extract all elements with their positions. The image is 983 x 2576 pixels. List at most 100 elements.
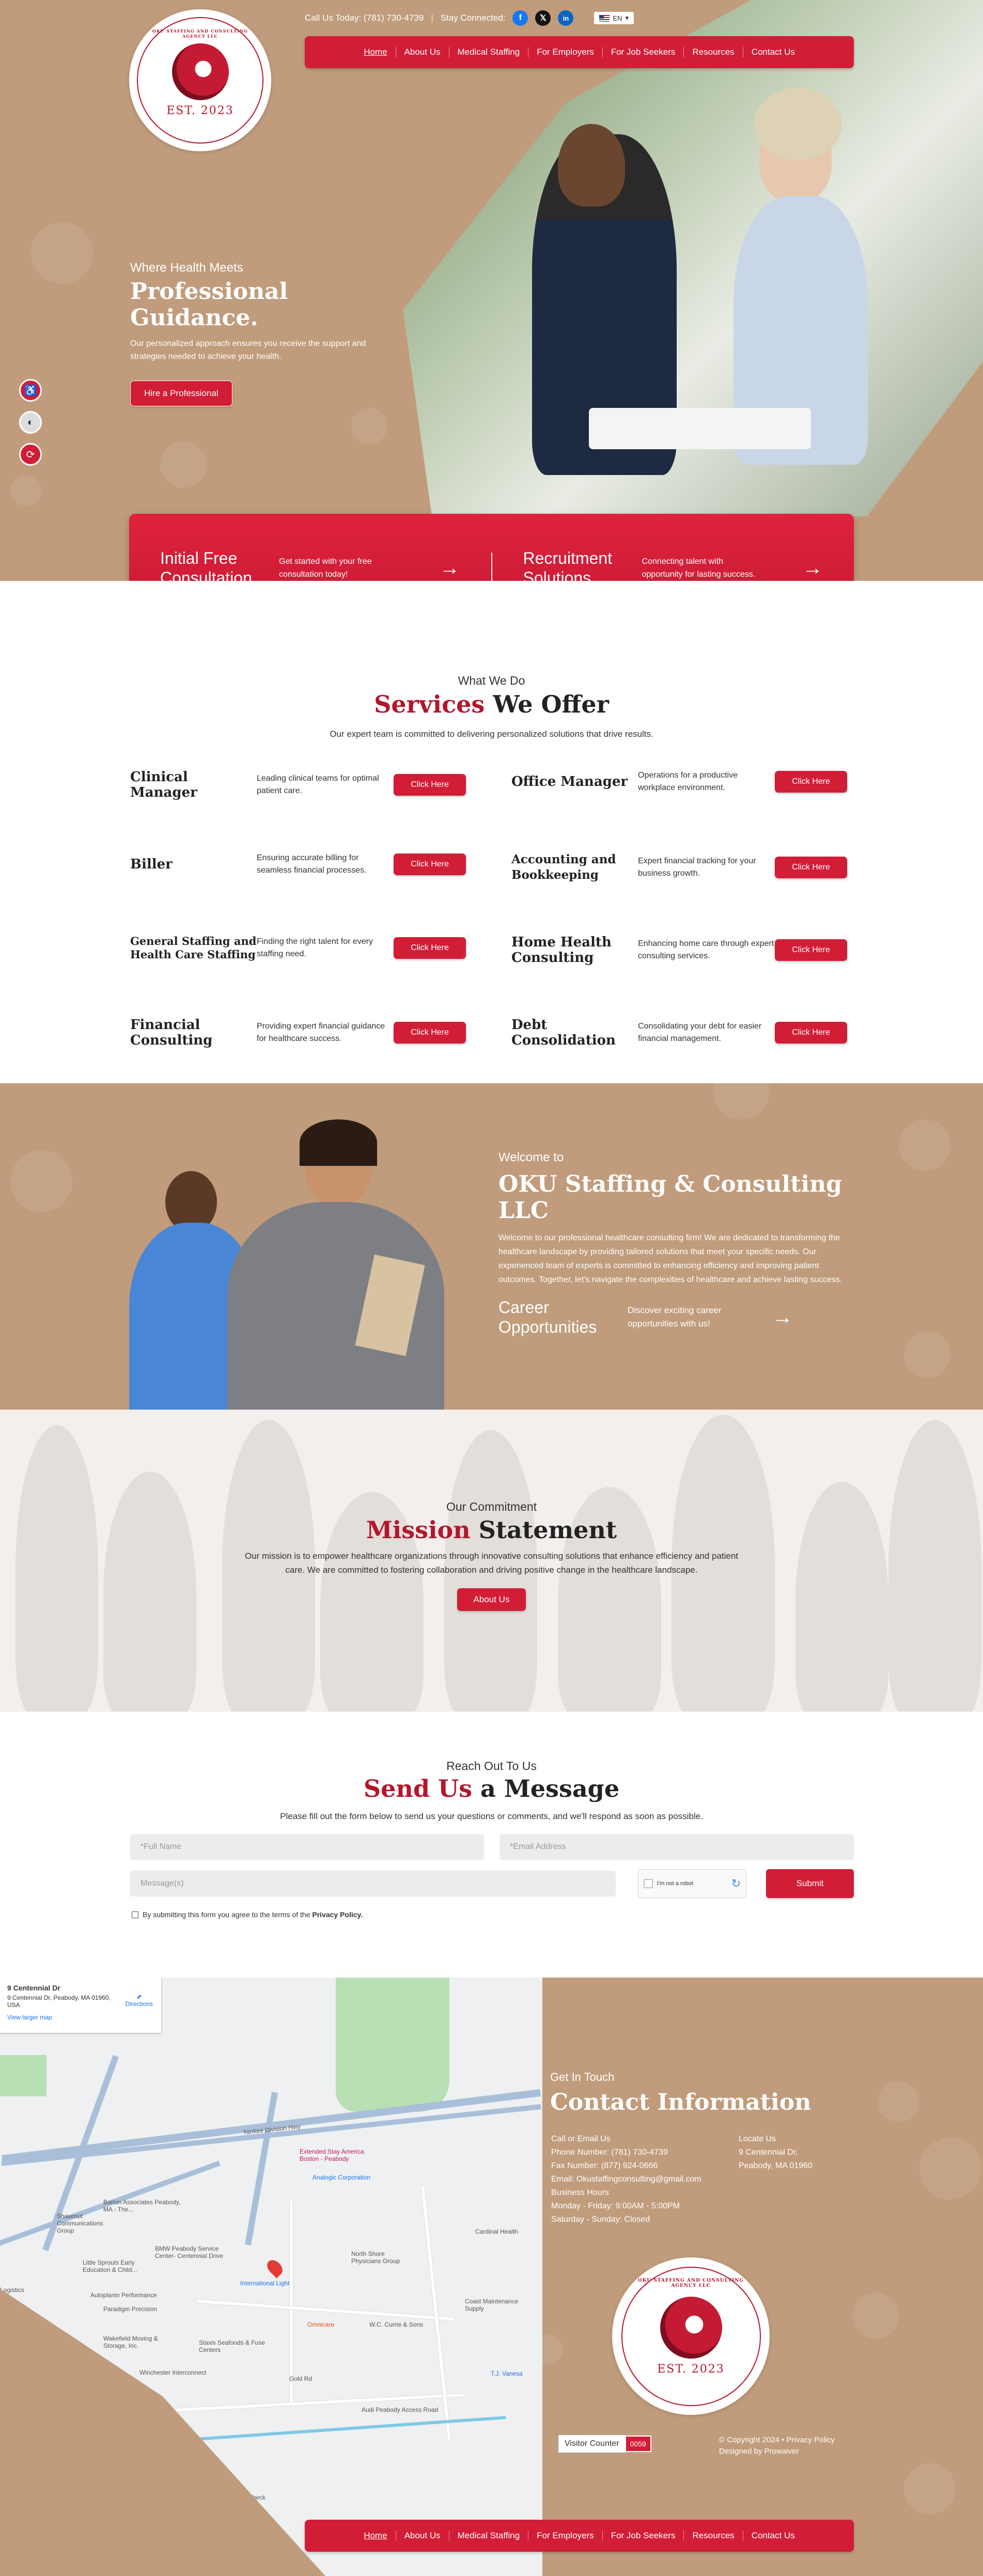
- arrow-right-icon[interactable]: →: [440, 557, 460, 580]
- contrast-icon[interactable]: ◐: [19, 411, 42, 434]
- footer-nav-about-us[interactable]: About Us: [396, 2531, 449, 2541]
- service-click-button[interactable]: Click Here: [394, 854, 466, 875]
- hero-title: Professional Guidance.: [130, 278, 288, 331]
- contact-details: Call or Email Us Phone Number: (781) 730…: [551, 2132, 701, 2226]
- footer-nav-medical-staffing[interactable]: Medical Staffing: [449, 2531, 529, 2541]
- service-name: General Staffing and Health Care Staffin…: [130, 935, 257, 961]
- footer-nav-home[interactable]: Home: [355, 2531, 396, 2541]
- service-name: Accounting and Bookkeeping: [511, 852, 616, 882]
- recaptcha[interactable]: I'm not a robot ↻: [638, 1869, 746, 1898]
- map-label: North Shore Physicians Group: [351, 2250, 400, 2265]
- service-click-button[interactable]: Click Here: [775, 939, 847, 961]
- us-flag-icon: [599, 14, 610, 22]
- reading-mode-icon[interactable]: ⟳: [19, 443, 42, 466]
- email-link[interactable]: Email: Okustaffingconsulting@gmail.com: [551, 2173, 701, 2186]
- consent-checkbox[interactable]: [132, 1911, 138, 1918]
- copyright: © Copyright 2024 • Privacy Policy Design…: [719, 2435, 835, 2457]
- nav-resources[interactable]: Resources: [684, 47, 743, 57]
- message-textarea[interactable]: Message(s): [130, 1871, 616, 1897]
- mission-description: Our mission is to empower healthcare org…: [244, 1551, 739, 1575]
- footer-nav-for-job-seekers[interactable]: For Job Seekers: [603, 2531, 684, 2541]
- service-name: Biller: [130, 857, 173, 872]
- hero-pretitle: Where Health Meets: [130, 261, 243, 275]
- service-click-button[interactable]: Click Here: [775, 857, 847, 878]
- phone-number[interactable]: Phone Number: (781) 730-4739: [551, 2146, 701, 2159]
- copyright-text[interactable]: © Copyright 2024 • Privacy Policy: [719, 2435, 835, 2446]
- welcome-section: Welcome to OKU Staffing & Consulting LLC…: [0, 1083, 983, 1410]
- welcome-description: Welcome to our professional healthcare c…: [498, 1234, 842, 1284]
- service-click-button[interactable]: Click Here: [775, 771, 847, 793]
- directions-icon: ⬈: [136, 1993, 142, 2000]
- designed-by[interactable]: Designed by Prowaiver: [719, 2446, 835, 2457]
- service-desc: Consolidating your debt for easier finan…: [638, 1022, 762, 1043]
- map-card-address: 9 Centennial Dr, Peabody, MA 01960, USA: [7, 1994, 111, 2009]
- mission-section: Our Commitment Mission Statement Our mis…: [0, 1410, 983, 1712]
- map-label: BMW Peabody Service Center- Centennial D…: [155, 2245, 224, 2259]
- map-label: Shawmut Communications Group: [57, 2212, 103, 2234]
- logo-est: EST. 2023: [166, 104, 234, 117]
- submit-button[interactable]: Submit: [766, 1869, 854, 1898]
- cta-desc: Connecting talent with opportunity for l…: [642, 557, 756, 579]
- message-description: Please fill out the form below to send u…: [280, 1811, 703, 1821]
- directions-button[interactable]: ⬈ Directions: [126, 1993, 153, 2008]
- company-logo[interactable]: OKU STAFFING AND CONSULTING AGENCY LLC E…: [129, 9, 271, 151]
- full-name-input[interactable]: *Full Name: [130, 1834, 484, 1860]
- recaptcha-checkbox[interactable]: [644, 1879, 653, 1888]
- nav-contact-us[interactable]: Contact Us: [743, 47, 803, 57]
- arrow-right-icon[interactable]: →: [802, 557, 823, 580]
- call-us[interactable]: Call Us Today: (781) 730-4739: [305, 13, 424, 23]
- welcome-title: OKU Staffing & Consulting LLC: [498, 1171, 842, 1224]
- logo-est: EST. 2023: [657, 2363, 725, 2376]
- map-pin-icon[interactable]: [264, 2257, 286, 2279]
- linkedin-icon[interactable]: in: [558, 10, 574, 26]
- x-twitter-icon[interactable]: 𝕏: [535, 10, 551, 26]
- services-eyebrow: What We Do: [458, 674, 525, 687]
- language-selector[interactable]: EN ▾: [594, 12, 634, 24]
- nav-home[interactable]: Home: [355, 47, 396, 57]
- nav-about-us[interactable]: About Us: [396, 47, 449, 57]
- locate-line: 9 Centennial Dr,: [739, 2148, 798, 2157]
- service-accounting: Accounting and Bookkeeping Expert financ…: [511, 852, 847, 883]
- map-info-card: 9 Centennial Dr 9 Centennial Dr, Peabody…: [0, 1978, 161, 2033]
- facebook-icon[interactable]: f: [512, 10, 528, 26]
- nav-for-job-seekers[interactable]: For Job Seekers: [603, 47, 684, 57]
- service-home-health: Home Health Consulting Enhancing home ca…: [511, 935, 847, 966]
- hire-professional-button[interactable]: Hire a Professional: [130, 381, 232, 406]
- career-desc: Discover exciting career opportunities w…: [628, 1305, 722, 1329]
- footer-logo[interactable]: OKU STAFFING AND CONSULTING AGENCY LLC E…: [612, 2257, 770, 2415]
- footer-nav-contact-us[interactable]: Contact Us: [743, 2531, 803, 2541]
- services-title: Services We Offer: [374, 690, 609, 718]
- map-label: Gold Rd: [289, 2375, 313, 2382]
- footer-nav-for-employers[interactable]: For Employers: [528, 2531, 603, 2541]
- service-click-button[interactable]: Click Here: [775, 1022, 847, 1044]
- locate-line: Peabody, MA 01960: [739, 2161, 813, 2170]
- nav-for-employers[interactable]: For Employers: [528, 47, 603, 57]
- location-map[interactable]: Yankee Division Hwy Extended Stay Americ…: [0, 1978, 542, 2576]
- map-label: Cardinal Health: [475, 2228, 518, 2235]
- email-input[interactable]: *Email Address: [500, 1834, 854, 1860]
- map-label: Wakefield Moving & Storage, Inc.: [103, 2335, 158, 2349]
- chevron-down-icon: ▾: [625, 14, 629, 22]
- map-label: Audi Peabody Access Road: [362, 2406, 439, 2413]
- arrow-right-icon[interactable]: →: [772, 1306, 793, 1329]
- nav-medical-staffing[interactable]: Medical Staffing: [449, 47, 529, 57]
- mission-content: Our Commitment Mission Statement Our mis…: [0, 1500, 983, 1611]
- view-larger-map-link[interactable]: View larger map: [7, 2014, 154, 2021]
- privacy-policy-link[interactable]: Privacy Policy.: [312, 1910, 363, 1919]
- service-click-button[interactable]: Click Here: [394, 774, 466, 796]
- service-click-button[interactable]: Click Here: [394, 1022, 466, 1044]
- accessibility-icon[interactable]: ♿: [19, 379, 42, 402]
- career-opportunities[interactable]: Career Opportunities Discover exciting c…: [498, 1298, 855, 1337]
- service-name: Financial Consulting: [130, 1017, 213, 1048]
- service-click-button[interactable]: Click Here: [394, 937, 466, 959]
- message-title: Send Us a Message: [363, 1775, 620, 1803]
- service-desc: Providing expert financial guidance for …: [257, 1022, 385, 1043]
- service-debt-consolidation: Debt Consolidation Consolidating your de…: [511, 1017, 847, 1048]
- footer-nav-resources[interactable]: Resources: [684, 2531, 743, 2541]
- mission-title: Mission Statement: [366, 1516, 617, 1544]
- map-card-title: 9 Centennial Dr: [7, 1984, 60, 1992]
- about-us-button[interactable]: About Us: [457, 1588, 526, 1611]
- service-desc: Finding the right talent for every staff…: [257, 937, 373, 958]
- service-desc: Operations for a productive workplace en…: [638, 771, 738, 792]
- service-clinical-manager: Clinical Manager Leading clinical teams …: [130, 769, 466, 800]
